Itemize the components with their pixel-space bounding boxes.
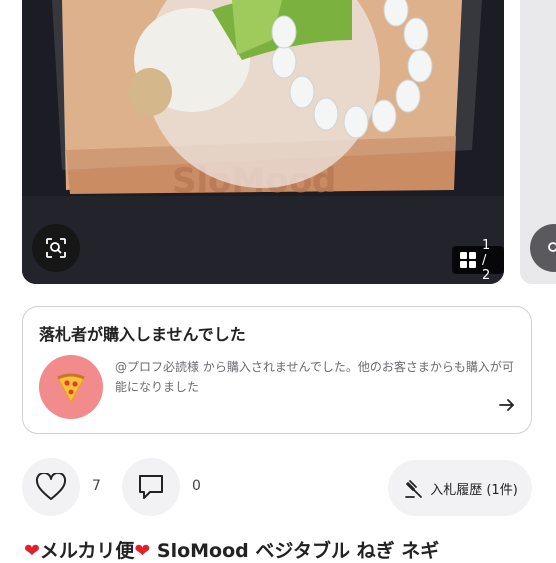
comment-button[interactable] (122, 458, 180, 516)
bid-history-button[interactable]: 入札履歴 (1件) (388, 460, 532, 516)
heart-emoji-icon: ❤ (24, 540, 40, 562)
like-button[interactable] (22, 458, 80, 516)
gallery-grid-icon (460, 252, 476, 268)
page-indicator: 1 / 2 (452, 238, 504, 283)
arrow-right-icon[interactable] (497, 395, 517, 415)
like-count: 7 (92, 478, 101, 494)
image-carousel[interactable]: SloMood (0, 0, 556, 290)
product-title-rest: SloMood ベジタブル ねぎ ネギ (150, 540, 440, 562)
zoom-search-icon (46, 238, 66, 258)
heart-emoji-icon: ❤ (134, 540, 151, 562)
product-title: ❤メルカリ便❤ SloMood ベジタブル ねぎ ネギ (24, 536, 439, 563)
bid-history-label: 入札履歴 (1件) (430, 482, 518, 498)
notice-title: 落札者が購入しませんでした (39, 325, 246, 344)
zoom-search-icon (548, 242, 556, 252)
gavel-icon (405, 480, 423, 498)
product-photo[interactable]: SloMood (22, 0, 504, 284)
product-photo-illustration: SloMood (22, 0, 504, 284)
zoom-button[interactable] (32, 224, 80, 272)
heart-outline-icon (35, 473, 67, 500)
avatar (39, 355, 103, 419)
pizza-icon (57, 373, 85, 404)
comment-count: 0 (192, 478, 201, 494)
comment-icon (139, 475, 163, 499)
product-title-prefix: メルカリ便 (39, 540, 135, 562)
page-indicator-text: 1 / 2 (482, 237, 491, 283)
notice-card[interactable]: 落札者が購入しませんでした @プロフ必読様 から購入されませんでした。他のお客さ… (22, 306, 532, 434)
notice-body: @プロフ必読様 から購入されませんでした。他のお客さまからも購入が可能になりまし… (115, 360, 514, 394)
